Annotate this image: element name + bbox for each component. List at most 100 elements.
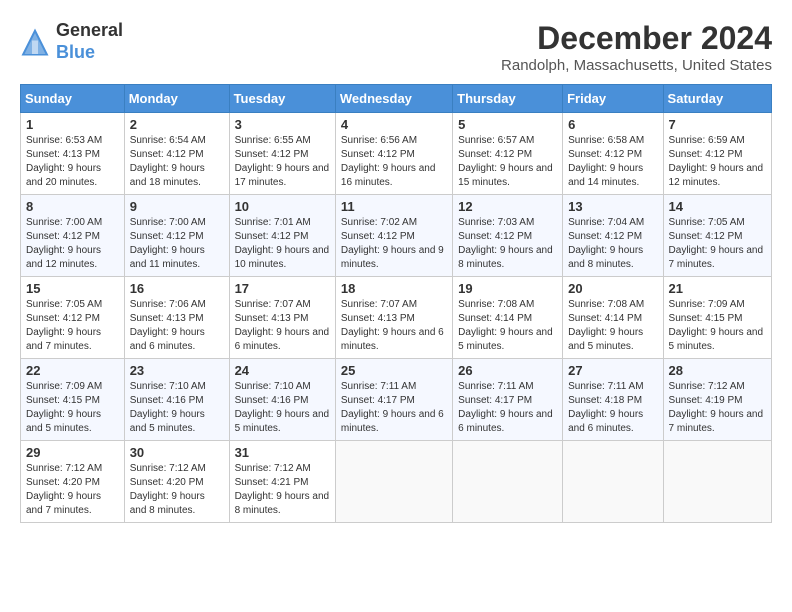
day-info: Sunrise: 6:57 AMSunset: 4:12 PMDaylight:… [458, 134, 557, 190]
day-number: 24 [235, 363, 330, 378]
logo-icon [20, 27, 50, 57]
day-cell: 30 Sunrise: 7:12 AMSunset: 4:20 PMDayligh… [124, 441, 229, 523]
day-info: Sunrise: 7:10 AMSunset: 4:16 PMDaylight:… [235, 380, 330, 436]
day-cell: 24 Sunrise: 7:10 AMSunset: 4:16 PMDayligh… [229, 359, 335, 441]
day-info: Sunrise: 6:55 AMSunset: 4:12 PMDaylight:… [235, 134, 330, 190]
day-cell: 9Sunrise: 7:00 AMSunset: 4:12 PMDaylight… [124, 195, 229, 277]
day-number: 12 [458, 199, 557, 214]
day-number: 6 [568, 117, 657, 132]
calendar-title: December 2024 [501, 20, 772, 57]
day-cell: 17 Sunrise: 7:07 AMSunset: 4:13 PMDayligh… [229, 277, 335, 359]
day-info: Sunrise: 7:03 AMSunset: 4:12 PMDaylight:… [458, 216, 557, 272]
calendar-table: SundayMondayTuesdayWednesdayThursdayFrid… [20, 84, 772, 523]
day-number: 30 [130, 445, 224, 460]
day-number: 11 [341, 199, 447, 214]
day-cell: 10 Sunrise: 7:01 AMSunset: 4:12 PMDayligh… [229, 195, 335, 277]
day-cell: 13 Sunrise: 7:04 AMSunset: 4:12 PMDayligh… [563, 195, 663, 277]
col-header-sunday: Sunday [21, 85, 125, 113]
day-number: 1 [26, 117, 119, 132]
day-cell: 20 Sunrise: 7:08 AMSunset: 4:14 PMDayligh… [563, 277, 663, 359]
day-info: Sunrise: 7:11 AMSunset: 4:17 PMDaylight:… [341, 380, 447, 436]
day-number: 15 [26, 281, 119, 296]
week-row-5: 29 Sunrise: 7:12 AMSunset: 4:20 PMDayligh… [21, 441, 772, 523]
col-header-friday: Friday [563, 85, 663, 113]
day-number: 16 [130, 281, 224, 296]
day-info: Sunrise: 7:09 AMSunset: 4:15 PMDaylight:… [26, 380, 119, 436]
day-cell: 12 Sunrise: 7:03 AMSunset: 4:12 PMDayligh… [453, 195, 563, 277]
day-info: Sunrise: 7:07 AMSunset: 4:13 PMDaylight:… [235, 298, 330, 354]
day-number: 2 [130, 117, 224, 132]
day-cell [453, 441, 563, 523]
day-number: 28 [669, 363, 766, 378]
header: General Blue December 2024 Randolph, Mas… [20, 20, 772, 74]
logo-text: General Blue [56, 20, 123, 63]
day-cell [335, 441, 452, 523]
day-info: Sunrise: 7:11 AMSunset: 4:18 PMDaylight:… [568, 380, 657, 436]
col-header-tuesday: Tuesday [229, 85, 335, 113]
day-number: 21 [669, 281, 766, 296]
day-cell: 19Sunrise: 7:08 AMSunset: 4:14 PMDayligh… [453, 277, 563, 359]
day-info: Sunrise: 7:08 AMSunset: 4:14 PMDaylight:… [568, 298, 657, 354]
day-number: 18 [341, 281, 447, 296]
week-row-3: 15 Sunrise: 7:05 AMSunset: 4:12 PMDayligh… [21, 277, 772, 359]
day-number: 10 [235, 199, 330, 214]
day-number: 25 [341, 363, 447, 378]
day-number: 14 [669, 199, 766, 214]
day-cell [663, 441, 771, 523]
day-info: Sunrise: 7:06 AMSunset: 4:13 PMDaylight:… [130, 298, 224, 354]
day-cell: 3Sunrise: 6:55 AMSunset: 4:12 PMDaylight… [229, 113, 335, 195]
day-info: Sunrise: 7:05 AMSunset: 4:12 PMDaylight:… [26, 298, 119, 354]
day-info: Sunrise: 7:00 AMSunset: 4:12 PMDaylight:… [26, 216, 119, 272]
day-info: Sunrise: 6:56 AMSunset: 4:12 PMDaylight:… [341, 134, 447, 190]
day-cell: 31 Sunrise: 7:12 AMSunset: 4:21 PMDayligh… [229, 441, 335, 523]
day-number: 4 [341, 117, 447, 132]
day-info: Sunrise: 6:59 AMSunset: 4:12 PMDaylight:… [669, 134, 766, 190]
day-cell [563, 441, 663, 523]
day-info: Sunrise: 7:01 AMSunset: 4:12 PMDaylight:… [235, 216, 330, 272]
day-number: 31 [235, 445, 330, 460]
day-number: 13 [568, 199, 657, 214]
week-row-4: 22 Sunrise: 7:09 AMSunset: 4:15 PMDayligh… [21, 359, 772, 441]
day-number: 17 [235, 281, 330, 296]
day-info: Sunrise: 7:00 AMSunset: 4:12 PMDaylight:… [130, 216, 224, 272]
day-cell: 1 Sunrise: 6:53 AMSunset: 4:13 PMDaylight… [21, 113, 125, 195]
day-info: Sunrise: 6:58 AMSunset: 4:12 PMDaylight:… [568, 134, 657, 190]
day-info: Sunrise: 7:12 AMSunset: 4:19 PMDaylight:… [669, 380, 766, 436]
day-cell: 5 Sunrise: 6:57 AMSunset: 4:12 PMDaylight… [453, 113, 563, 195]
day-number: 7 [669, 117, 766, 132]
day-cell: 28 Sunrise: 7:12 AMSunset: 4:19 PMDayligh… [663, 359, 771, 441]
day-info: Sunrise: 7:12 AMSunset: 4:20 PMDaylight:… [130, 462, 224, 518]
day-info: Sunrise: 7:09 AMSunset: 4:15 PMDaylight:… [669, 298, 766, 354]
day-info: Sunrise: 7:04 AMSunset: 4:12 PMDaylight:… [568, 216, 657, 272]
day-cell: 11 Sunrise: 7:02 AMSunset: 4:12 PMDayligh… [335, 195, 452, 277]
day-number: 26 [458, 363, 557, 378]
day-info: Sunrise: 7:08 AMSunset: 4:14 PMDaylight:… [458, 298, 557, 354]
day-info: Sunrise: 7:10 AMSunset: 4:16 PMDaylight:… [130, 380, 224, 436]
day-number: 23 [130, 363, 224, 378]
day-cell: 4 Sunrise: 6:56 AMSunset: 4:12 PMDaylight… [335, 113, 452, 195]
day-number: 29 [26, 445, 119, 460]
day-number: 20 [568, 281, 657, 296]
day-info: Sunrise: 7:07 AMSunset: 4:13 PMDaylight:… [341, 298, 447, 354]
col-header-wednesday: Wednesday [335, 85, 452, 113]
day-info: Sunrise: 7:02 AMSunset: 4:12 PMDaylight:… [341, 216, 447, 272]
day-cell: 8Sunrise: 7:00 AMSunset: 4:12 PMDaylight… [21, 195, 125, 277]
day-cell: 21 Sunrise: 7:09 AMSunset: 4:15 PMDayligh… [663, 277, 771, 359]
day-info: Sunrise: 7:11 AMSunset: 4:17 PMDaylight:… [458, 380, 557, 436]
col-header-saturday: Saturday [663, 85, 771, 113]
day-info: Sunrise: 7:12 AMSunset: 4:21 PMDaylight:… [235, 462, 330, 518]
day-cell: 26 Sunrise: 7:11 AMSunset: 4:17 PMDayligh… [453, 359, 563, 441]
day-info: Sunrise: 6:54 AMSunset: 4:12 PMDaylight:… [130, 134, 224, 190]
day-number: 22 [26, 363, 119, 378]
day-info: Sunrise: 6:53 AMSunset: 4:13 PMDaylight:… [26, 134, 119, 190]
logo: General Blue [20, 20, 123, 63]
day-cell: 15 Sunrise: 7:05 AMSunset: 4:12 PMDayligh… [21, 277, 125, 359]
day-cell: 27Sunrise: 7:11 AMSunset: 4:18 PMDayligh… [563, 359, 663, 441]
title-area: December 2024 Randolph, Massachusetts, U… [501, 20, 772, 74]
day-cell: 22 Sunrise: 7:09 AMSunset: 4:15 PMDayligh… [21, 359, 125, 441]
week-row-1: 1 Sunrise: 6:53 AMSunset: 4:13 PMDaylight… [21, 113, 772, 195]
day-number: 5 [458, 117, 557, 132]
day-cell: 25 Sunrise: 7:11 AMSunset: 4:17 PMDayligh… [335, 359, 452, 441]
day-cell: 29Sunrise: 7:12 AMSunset: 4:20 PMDayligh… [21, 441, 125, 523]
day-cell: 14Sunrise: 7:05 AMSunset: 4:12 PMDayligh… [663, 195, 771, 277]
